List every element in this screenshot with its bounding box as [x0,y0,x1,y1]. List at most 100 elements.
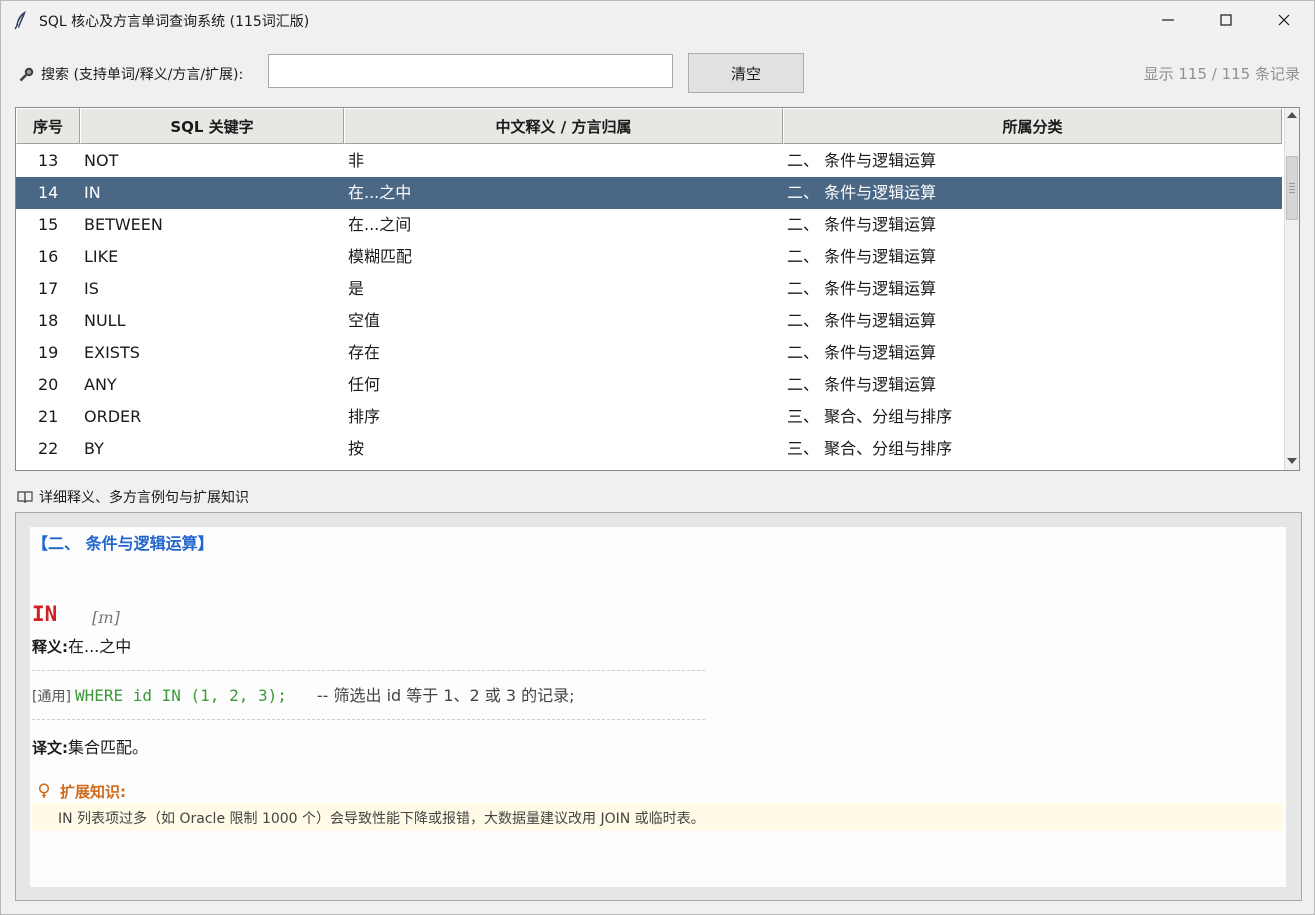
row-meaning: 模糊匹配 [348,247,413,266]
table-row-selected[interactable]: 14 IN 在...之中 二、 条件与逻辑运算 [16,177,1282,209]
search-bar: 搜索 (支持单词/释义/方言/扩展): 清空 显示 115 / 115 条记录 [1,41,1314,105]
row-category: 二、 条件与逻辑运算 [787,311,937,330]
close-button[interactable] [1255,1,1313,39]
row-keyword: ANY [84,375,117,394]
row-keyword: LIKE [84,247,119,266]
divider [32,719,705,720]
example-comment: -- 筛选出 id 等于 1、2 或 3 的记录; [316,686,575,705]
app-window: SQL 核心及方言单词查询系统 (115词汇版) 搜索 (支持单词/释义/方言/… [0,0,1315,915]
row-keyword: IS [84,279,99,298]
row-index: 17 [38,279,59,298]
column-header-index[interactable]: 序号 [16,108,80,144]
column-header-meaning[interactable]: 中文释义 / 方言归属 [344,108,783,144]
detail-content[interactable]: 【二、 条件与逻辑运算】 IN [ɪn] 释义:在...之中 [通用] WHERE… [30,527,1286,887]
row-meaning: 任何 [348,375,381,394]
example-dialect-tag: [通用] [32,689,71,705]
book-icon [17,491,33,503]
table-row[interactable]: 18 NULL 空值 二、 条件与逻辑运算 [16,305,1282,337]
meaning-line: 释义:在...之中 [32,633,131,657]
row-category: 三、 聚合、分组与排序 [787,407,953,426]
scroll-thumb[interactable] [1286,156,1298,220]
search-icon [18,66,36,82]
row-index: 20 [38,375,59,394]
clear-button[interactable]: 清空 [688,53,804,93]
search-input[interactable] [268,54,673,88]
row-meaning: 在...之间 [348,215,412,234]
row-meaning: 空值 [348,311,381,330]
row-keyword: BY [84,439,104,458]
row-keyword: IN [84,183,101,202]
keyword-table: 序号 SQL 关键字 中文释义 / 方言归属 所属分类 13 NOT 非 二、 … [15,107,1300,471]
column-header-keyword[interactable]: SQL 关键字 [80,108,344,144]
detail-panel-title: 详细释义、多方言例句与扩展知识 [39,490,249,506]
row-index: 15 [38,215,59,234]
table-row[interactable]: 13 NOT 非 二、 条件与逻辑运算 [16,145,1282,177]
row-category: 二、 条件与逻辑运算 [787,151,937,170]
row-index: 13 [38,151,59,170]
feather-icon [12,10,30,30]
maximize-icon [1220,14,1232,26]
extension-label: 扩展知识: [60,783,126,801]
row-category: 二、 条件与逻辑运算 [787,375,937,394]
row-index: 18 [38,311,59,330]
keyword-title: IN [32,602,58,626]
row-category: 二、 条件与逻辑运算 [787,343,937,362]
column-header-category[interactable]: 所属分类 [783,108,1282,144]
meaning-label: 释义: [32,638,68,656]
divider [32,670,705,671]
detail-panel: 【二、 条件与逻辑运算】 IN [ɪn] 释义:在...之中 [通用] WHERE… [15,512,1302,901]
example-code: WHERE id IN (1, 2, 3); [74,686,287,705]
minimize-button[interactable] [1139,1,1197,39]
row-meaning: 存在 [348,343,381,362]
row-keyword: NOT [84,151,119,170]
search-label: 搜索 (支持单词/释义/方言/扩展): [41,67,244,83]
row-index: 22 [38,439,59,458]
table-header: 序号 SQL 关键字 中文释义 / 方言归属 所属分类 [16,108,1284,146]
extension-text: IN 列表项过多（如 Oracle 限制 1000 个）会导致性能下降或报错，大… [58,811,705,827]
table-row[interactable]: 22 BY 按 三、 聚合、分组与排序 [16,433,1282,465]
table-row[interactable]: 15 BETWEEN 在...之间 二、 条件与逻辑运算 [16,209,1282,241]
row-meaning: 非 [348,151,365,170]
row-meaning: 按 [348,439,365,458]
row-category: 二、 条件与逻辑运算 [787,215,937,234]
phonetic: [ɪn] [92,608,120,627]
minimize-icon [1162,19,1174,21]
row-keyword: NULL [84,311,126,330]
row-index: 19 [38,343,59,362]
translation-value: 集合匹配。 [68,738,149,757]
table-row[interactable]: 16 LIKE 模糊匹配 二、 条件与逻辑运算 [16,241,1282,273]
maximize-button[interactable] [1197,1,1255,39]
detail-panel-header: 详细释义、多方言例句与扩展知识 [15,486,1302,508]
translation-line: 译文:集合匹配。 [32,734,148,758]
row-meaning: 是 [348,279,365,298]
row-index: 21 [38,407,59,426]
window-title: SQL 核心及方言单词查询系统 (115词汇版) [39,14,310,30]
example-line: [通用] WHERE id IN (1, 2, 3); -- 筛选出 id 等于 1… [32,682,575,706]
row-index: 16 [38,247,59,266]
row-keyword: ORDER [84,407,142,426]
scroll-up-icon[interactable] [1287,112,1297,118]
row-keyword: EXISTS [84,343,140,362]
scroll-down-icon[interactable] [1287,458,1297,464]
row-meaning: 排序 [348,407,381,426]
row-keyword: BETWEEN [84,215,163,234]
table-row[interactable]: 20 ANY 任何 二、 条件与逻辑运算 [16,369,1282,401]
table-row[interactable]: 21 ORDER 排序 三、 聚合、分组与排序 [16,401,1282,433]
category-title: 【二、 条件与逻辑运算】 [32,534,214,553]
row-meaning: 在...之中 [348,183,412,202]
record-count: 显示 115 / 115 条记录 [1143,65,1300,83]
extension-box: IN 列表项过多（如 Oracle 限制 1000 个）会导致性能下降或报错，大… [32,803,1284,831]
table-scrollbar[interactable] [1284,108,1299,470]
meaning-value: 在...之中 [68,637,132,656]
row-index: 14 [38,183,59,202]
translation-label: 译文: [32,739,68,757]
row-category: 二、 条件与逻辑运算 [787,247,937,266]
row-category: 二、 条件与逻辑运算 [787,183,937,202]
row-category: 二、 条件与逻辑运算 [787,279,937,298]
lightbulb-icon [38,783,50,798]
title-bar: SQL 核心及方言单词查询系统 (115词汇版) [1,1,1314,39]
table-row[interactable]: 17 IS 是 二、 条件与逻辑运算 [16,273,1282,305]
row-category: 三、 聚合、分组与排序 [787,439,953,458]
table-row[interactable]: 19 EXISTS 存在 二、 条件与逻辑运算 [16,337,1282,369]
close-icon [1278,14,1290,26]
